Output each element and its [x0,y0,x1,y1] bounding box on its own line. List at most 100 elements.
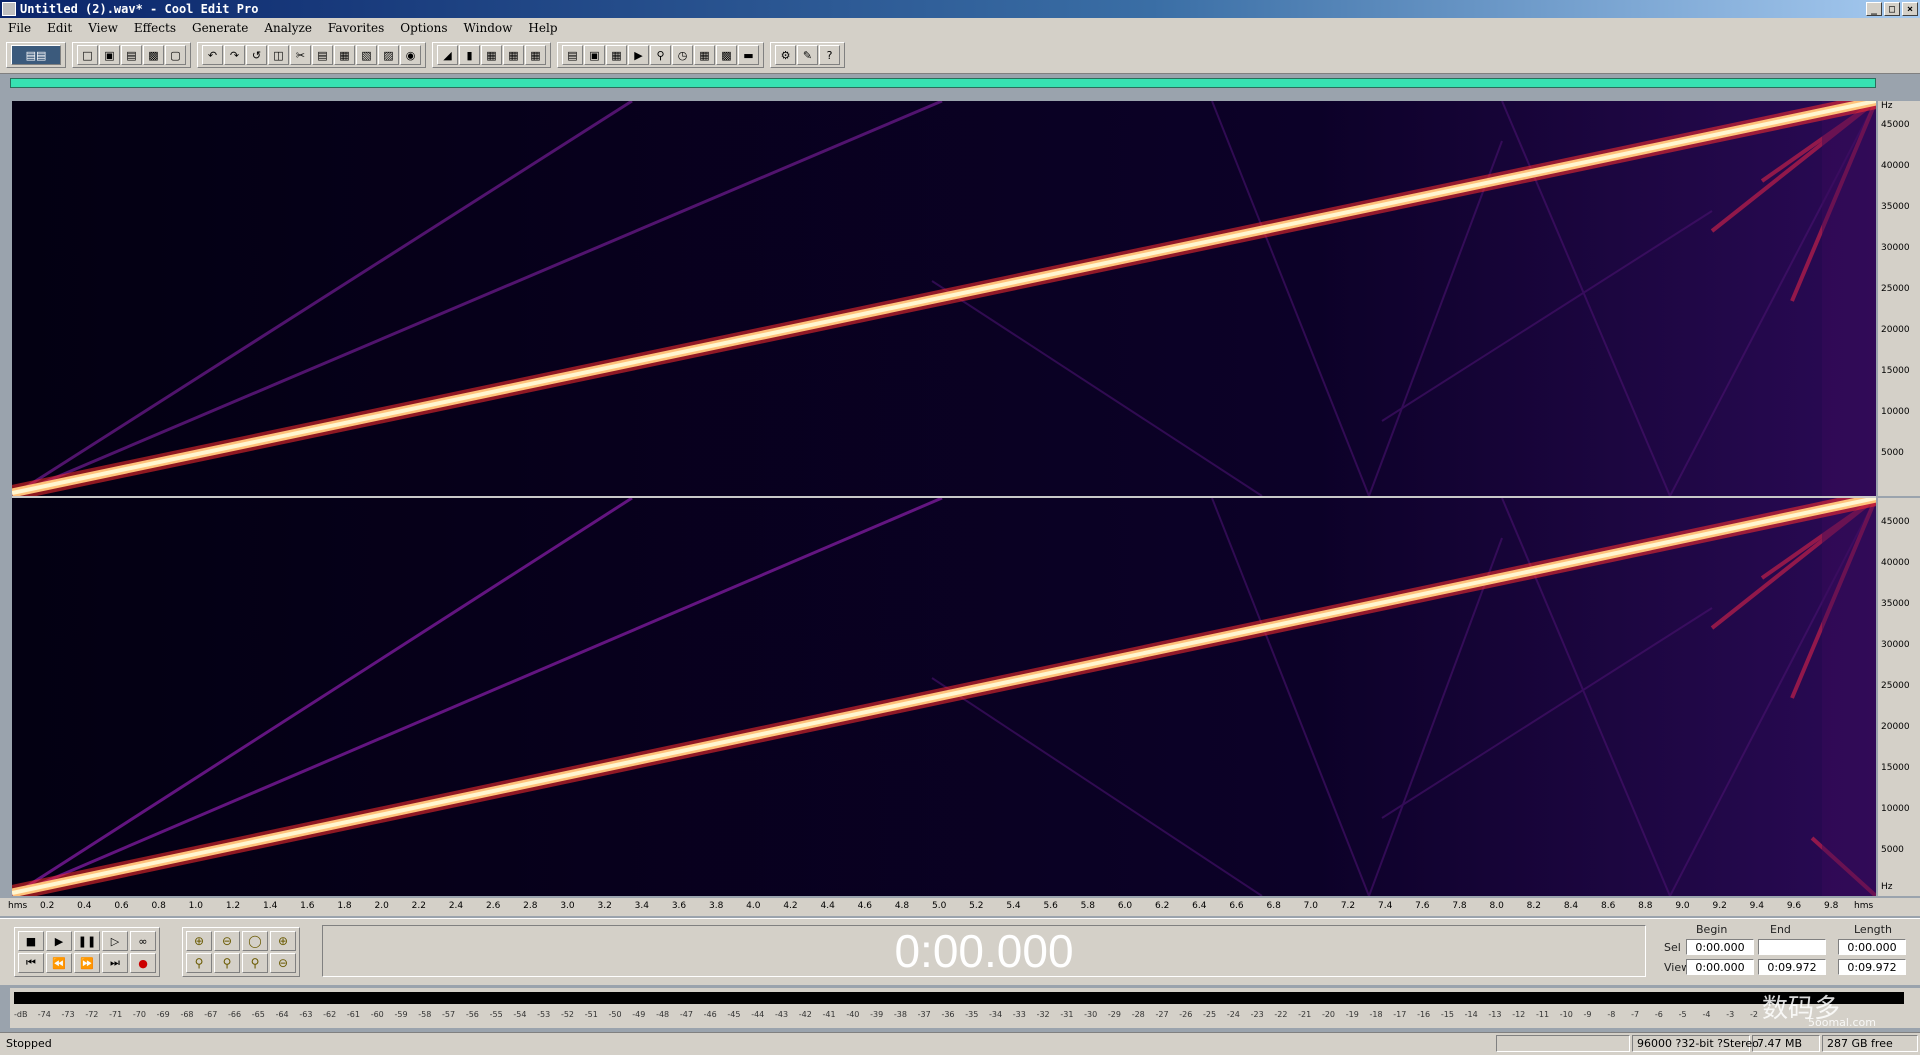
level-meter-label: -60 [370,1010,384,1019]
fast-forward-icon[interactable]: ⏩ [74,953,100,973]
mix-paste-icon[interactable]: ▧ [356,45,377,65]
record-icon[interactable]: ● [130,953,156,973]
view-both-icon[interactable]: ▦ [525,45,546,65]
zoom-full-icon[interactable]: ◯ [242,931,268,951]
menu-help[interactable]: Help [520,21,565,35]
cue-icon[interactable]: ▣ [584,45,605,65]
play-icon[interactable]: ▶ [46,931,72,951]
view-end-field[interactable]: 0:09.972 [1758,959,1826,975]
menu-favorites[interactable]: Favorites [320,21,392,35]
zoom-right-icon[interactable]: ⚲ [242,953,268,973]
sel-end-field[interactable] [1758,939,1826,955]
play-list-icon[interactable]: ▦ [606,45,627,65]
ruler-icon[interactable]: ▬ [738,45,759,65]
levels-icon[interactable]: ▩ [716,45,737,65]
rewind-icon[interactable]: ⏪ [46,953,72,973]
restore-button[interactable]: □ [1884,2,1900,16]
level-meter-label: -32 [1036,1010,1050,1019]
waveform-icon[interactable]: ◢ [437,45,458,65]
spectrogram-left-channel[interactable] [12,101,1876,496]
time-tick: 1.6 [300,901,315,911]
sel-begin-field[interactable]: 0:00.000 [1686,939,1754,955]
zoom-left-icon[interactable]: ⚲ [186,953,212,973]
zoom-icon[interactable]: ⚲ [650,45,671,65]
app-icon[interactable] [2,2,16,16]
level-meter-label: -6 [1654,1010,1663,1019]
undo-icon[interactable]: ↶ [202,45,223,65]
edit-icon[interactable]: ✎ [797,45,818,65]
level-meter-label: -65 [251,1010,265,1019]
time-tick: 4.2 [783,901,798,911]
menu-generate[interactable]: Generate [184,21,256,35]
paste-icon[interactable]: ▤ [312,45,333,65]
menu-effects[interactable]: Effects [126,21,184,35]
copy-icon[interactable]: ◫ [268,45,289,65]
time-ruler[interactable]: hms hms 0.2 0.4 0.6 0.8 1.0 1.2 1.4 1.6 1.8 2.0 2.… [0,898,1920,916]
zoom-out-icon[interactable]: ⊖ [214,931,240,951]
view-begin-field[interactable]: 0:00.000 [1686,959,1754,975]
play-icon[interactable]: ▶ [628,45,649,65]
go-start-icon[interactable]: ⏮ [18,953,44,973]
menu-options[interactable]: Options [392,21,455,35]
grid-icon[interactable]: ▦ [694,45,715,65]
save-icon[interactable]: ▤ [121,45,142,65]
level-meter-label: -8 [1607,1010,1616,1019]
minimize-button[interactable]: _ [1866,2,1882,16]
trim-icon[interactable]: ▨ [378,45,399,65]
overview-bar[interactable] [10,78,1876,88]
level-meter-label: -68 [180,1010,194,1019]
zoom-out-vertical-icon[interactable]: ⊖ [270,953,296,973]
zoom-sel-icon[interactable]: ⚲ [214,953,240,973]
open-icon[interactable]: ▣ [99,45,120,65]
spectral-icon[interactable]: ▮ [459,45,480,65]
menu-window[interactable]: Window [456,21,521,35]
new-icon[interactable]: □ [77,45,98,65]
go-end-icon[interactable]: ⏭ [102,953,128,973]
multitrack-toggle-icon[interactable]: ▤▤ [11,45,61,65]
play-to-end-icon[interactable]: ▷ [102,931,128,951]
freq-tick: 35000 [1881,599,1910,609]
level-meter-label: -73 [61,1010,75,1019]
menu-view[interactable]: View [80,21,126,35]
time-tick: 2.8 [523,901,538,911]
view-right-icon[interactable]: ▦ [503,45,524,65]
menu-edit[interactable]: Edit [39,21,80,35]
zoom-in-icon[interactable]: ⊕ [186,931,212,951]
menu-analyze[interactable]: Analyze [256,21,320,35]
help-icon[interactable]: ? [819,45,840,65]
view-left-icon[interactable]: ▦ [481,45,502,65]
close-window-button[interactable]: × [1902,2,1918,16]
spectrogram-right-channel[interactable] [12,498,1876,896]
sel-length-field[interactable]: 0:00.000 [1838,939,1906,955]
level-meter-label: -41 [822,1010,836,1019]
time-tick: 4.0 [746,901,761,911]
time-icon[interactable]: ◷ [672,45,693,65]
frequency-axis-right: 45000 40000 35000 30000 25000 20000 1500… [1878,498,1920,896]
level-meter-label: -67 [204,1010,218,1019]
time-tick: 4.4 [820,901,835,911]
mute-icon[interactable]: ◉ [400,45,421,65]
repeat-icon[interactable]: ↺ [246,45,267,65]
zoom-in-vertical-icon[interactable]: ⊕ [270,931,296,951]
paste-new-icon[interactable]: ▦ [334,45,355,65]
time-tick: 7.2 [1340,901,1356,911]
cut-icon[interactable]: ✂ [290,45,311,65]
redo-icon[interactable]: ↷ [224,45,245,65]
loop-icon[interactable]: ∞ [130,931,156,951]
settings-icon[interactable]: ⚙ [775,45,796,65]
level-meter-label: -24 [1226,1010,1240,1019]
menu-file[interactable]: File [0,21,39,35]
freq-tick: 15000 [1881,763,1910,773]
close-icon[interactable]: ▢ [165,45,186,65]
level-meter-label: -55 [489,1010,503,1019]
time-tick: 6.0 [1117,901,1133,911]
stop-icon[interactable]: ■ [18,931,44,951]
save-all-icon[interactable]: ▩ [143,45,164,65]
pause-icon[interactable]: ❚❚ [74,931,100,951]
info-icon[interactable]: ▤ [562,45,583,65]
status-bar: Stopped 96000 ?32-bit ?Stereo 7.47 MB 28… [0,1032,1920,1055]
time-tick: 1.0 [188,901,203,911]
view-length-field[interactable]: 0:09.972 [1838,959,1906,975]
watermark-logo: 数码多 5oomal.com [1762,988,1920,1032]
freq-tick: 30000 [1881,243,1910,253]
